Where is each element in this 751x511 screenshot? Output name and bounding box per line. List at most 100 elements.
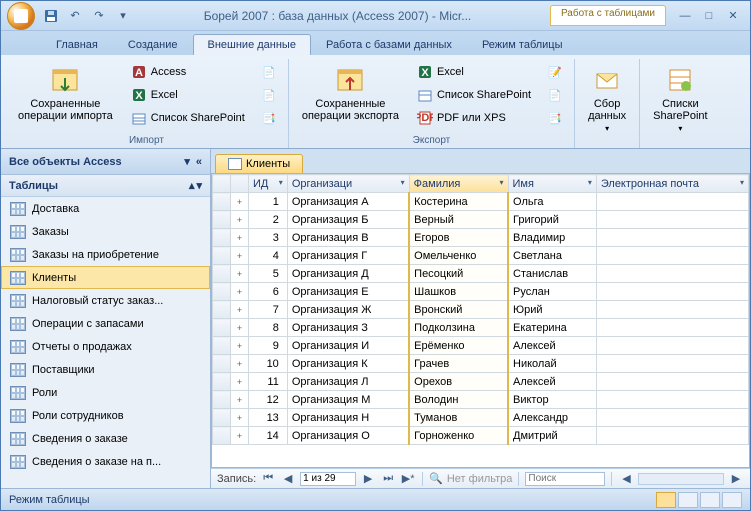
row-selector[interactable] xyxy=(213,247,231,265)
import-more1[interactable]: 📄 xyxy=(256,61,282,83)
table-row[interactable]: +10Организация КГрачевНиколай xyxy=(213,355,749,373)
nav-item[interactable]: Отчеты о продажах xyxy=(1,335,210,358)
scroll-left-button[interactable]: ◀ xyxy=(618,472,634,486)
row-selector[interactable] xyxy=(213,373,231,391)
ribbon-tab-4[interactable]: Режим таблицы xyxy=(467,34,578,55)
row-selector[interactable] xyxy=(213,391,231,409)
expand-icon[interactable]: + xyxy=(231,337,249,355)
expand-icon[interactable]: + xyxy=(231,373,249,391)
expand-icon[interactable]: + xyxy=(231,283,249,301)
redo-icon[interactable]: ↷ xyxy=(89,6,109,26)
import-access-button[interactable]: AAccess xyxy=(126,61,250,83)
row-selector[interactable] xyxy=(213,229,231,247)
import-sharepoint-button[interactable]: Список SharePoint xyxy=(126,107,250,129)
import-more3[interactable]: 📑 xyxy=(256,107,282,129)
horizontal-scrollbar[interactable] xyxy=(638,473,724,485)
export-excel-button[interactable]: XExcel xyxy=(412,61,536,83)
chart-view-button[interactable] xyxy=(700,492,720,508)
datasheet-view-button[interactable] xyxy=(656,492,676,508)
row-selector[interactable] xyxy=(213,193,231,211)
search-input[interactable] xyxy=(525,472,605,486)
row-selector[interactable] xyxy=(213,427,231,445)
nav-item[interactable]: Заказы xyxy=(1,220,210,243)
nav-item[interactable]: Налоговый статус заказ... xyxy=(1,289,210,312)
nav-item[interactable]: Роли сотрудников xyxy=(1,404,210,427)
saved-imports-button[interactable]: Сохраненные операции импорта xyxy=(11,61,120,125)
close-button[interactable]: ✕ xyxy=(722,7,744,25)
expand-icon[interactable]: + xyxy=(231,319,249,337)
minimize-button[interactable]: — xyxy=(674,7,696,25)
expand-icon[interactable]: + xyxy=(231,409,249,427)
table-row[interactable]: +3Организация ВЕгоровВладимир xyxy=(213,229,749,247)
row-selector[interactable] xyxy=(213,355,231,373)
first-record-button[interactable]: ⏮ xyxy=(260,472,276,486)
record-position-input[interactable] xyxy=(300,472,356,486)
navpane-header[interactable]: Все объекты Access ▾ « xyxy=(1,149,210,175)
next-record-button[interactable]: ▶ xyxy=(360,472,376,486)
ribbon-tab-2[interactable]: Внешние данные xyxy=(193,34,311,55)
row-selector[interactable] xyxy=(213,301,231,319)
expand-icon[interactable]: + xyxy=(231,265,249,283)
export-more2[interactable]: 📄 xyxy=(542,84,568,106)
nav-item[interactable]: Доставка xyxy=(1,197,210,220)
row-selector[interactable] xyxy=(213,337,231,355)
import-excel-button[interactable]: XExcel xyxy=(126,84,250,106)
office-button[interactable] xyxy=(7,2,35,30)
pivot-view-button[interactable] xyxy=(678,492,698,508)
column-header[interactable]: Организаци▾ xyxy=(287,175,409,193)
table-row[interactable]: +7Организация ЖВронскийЮрий xyxy=(213,301,749,319)
datasheet-tab[interactable]: Клиенты xyxy=(215,154,303,173)
design-view-button[interactable] xyxy=(722,492,742,508)
column-header[interactable]: Электронная почта▾ xyxy=(596,175,748,193)
last-record-button[interactable]: ⏭ xyxy=(380,472,396,486)
table-row[interactable]: +12Организация МВолодинВиктор xyxy=(213,391,749,409)
table-row[interactable]: +1Организация АКостеринаОльга xyxy=(213,193,749,211)
row-selector[interactable] xyxy=(213,211,231,229)
table-row[interactable]: +2Организация БВерныйГригорий xyxy=(213,211,749,229)
row-selector[interactable] xyxy=(213,283,231,301)
save-icon[interactable] xyxy=(41,6,61,26)
expand-icon[interactable]: + xyxy=(231,193,249,211)
column-header[interactable]: ИД▾ xyxy=(249,175,288,193)
expand-icon[interactable]: + xyxy=(231,427,249,445)
nav-item[interactable]: Сведения о заказе xyxy=(1,427,210,450)
row-selector[interactable] xyxy=(213,319,231,337)
qat-dropdown-icon[interactable]: ▾ xyxy=(113,6,133,26)
expand-icon[interactable]: + xyxy=(231,211,249,229)
table-row[interactable]: +8Организация ЗПодколзинаЕкатерина xyxy=(213,319,749,337)
nav-item[interactable]: Заказы на приобретение xyxy=(1,243,210,266)
export-sharepoint-button[interactable]: Список SharePoint xyxy=(412,84,536,106)
table-row[interactable]: +13Организация НТумановАлександр xyxy=(213,409,749,427)
scroll-right-button[interactable]: ▶ xyxy=(728,472,744,486)
export-pdf-button[interactable]: PDFPDF или XPS xyxy=(412,107,536,129)
expand-icon[interactable]: + xyxy=(231,391,249,409)
expand-icon[interactable]: + xyxy=(231,247,249,265)
column-header[interactable]: Фамилия▾ xyxy=(409,175,508,193)
table-row[interactable]: +14Организация ОГорноженкоДмитрий xyxy=(213,427,749,445)
sharepoint-lists-button[interactable]: Списки SharePoint▾ xyxy=(646,61,714,136)
nav-item[interactable]: Операции с запасами xyxy=(1,312,210,335)
maximize-button[interactable]: □ xyxy=(698,7,720,25)
table-row[interactable]: +5Организация ДПесоцкийСтанислав xyxy=(213,265,749,283)
column-header[interactable]: Имя▾ xyxy=(508,175,596,193)
undo-icon[interactable]: ↶ xyxy=(65,6,85,26)
ribbon-tab-1[interactable]: Создание xyxy=(113,34,193,55)
datasheet-grid[interactable]: ИД▾Организаци▾Фамилия▾Имя▾Электронная по… xyxy=(211,173,750,468)
nav-item[interactable]: Сведения о заказе на п... xyxy=(1,450,210,473)
table-row[interactable]: +9Организация ИЕрёменкоАлексей xyxy=(213,337,749,355)
export-more1[interactable]: 📝 xyxy=(542,61,568,83)
nav-item[interactable]: Клиенты xyxy=(1,266,210,289)
expand-icon[interactable]: + xyxy=(231,229,249,247)
table-row[interactable]: +4Организация ГОмельченкоСветлана xyxy=(213,247,749,265)
row-selector[interactable] xyxy=(213,265,231,283)
ribbon-tab-3[interactable]: Работа с базами данных xyxy=(311,34,467,55)
collapse-icon[interactable]: « xyxy=(196,156,202,168)
nav-item[interactable]: Роли xyxy=(1,381,210,404)
expand-icon[interactable]: + xyxy=(231,301,249,319)
table-row[interactable]: +11Организация ЛОреховАлексей xyxy=(213,373,749,391)
expand-icon[interactable]: + xyxy=(231,355,249,373)
table-row[interactable]: +6Организация ЕШашковРуслан xyxy=(213,283,749,301)
ribbon-tab-0[interactable]: Главная xyxy=(41,34,113,55)
row-selector[interactable] xyxy=(213,409,231,427)
navpane-category[interactable]: Таблицы ▴▾ xyxy=(1,175,210,197)
